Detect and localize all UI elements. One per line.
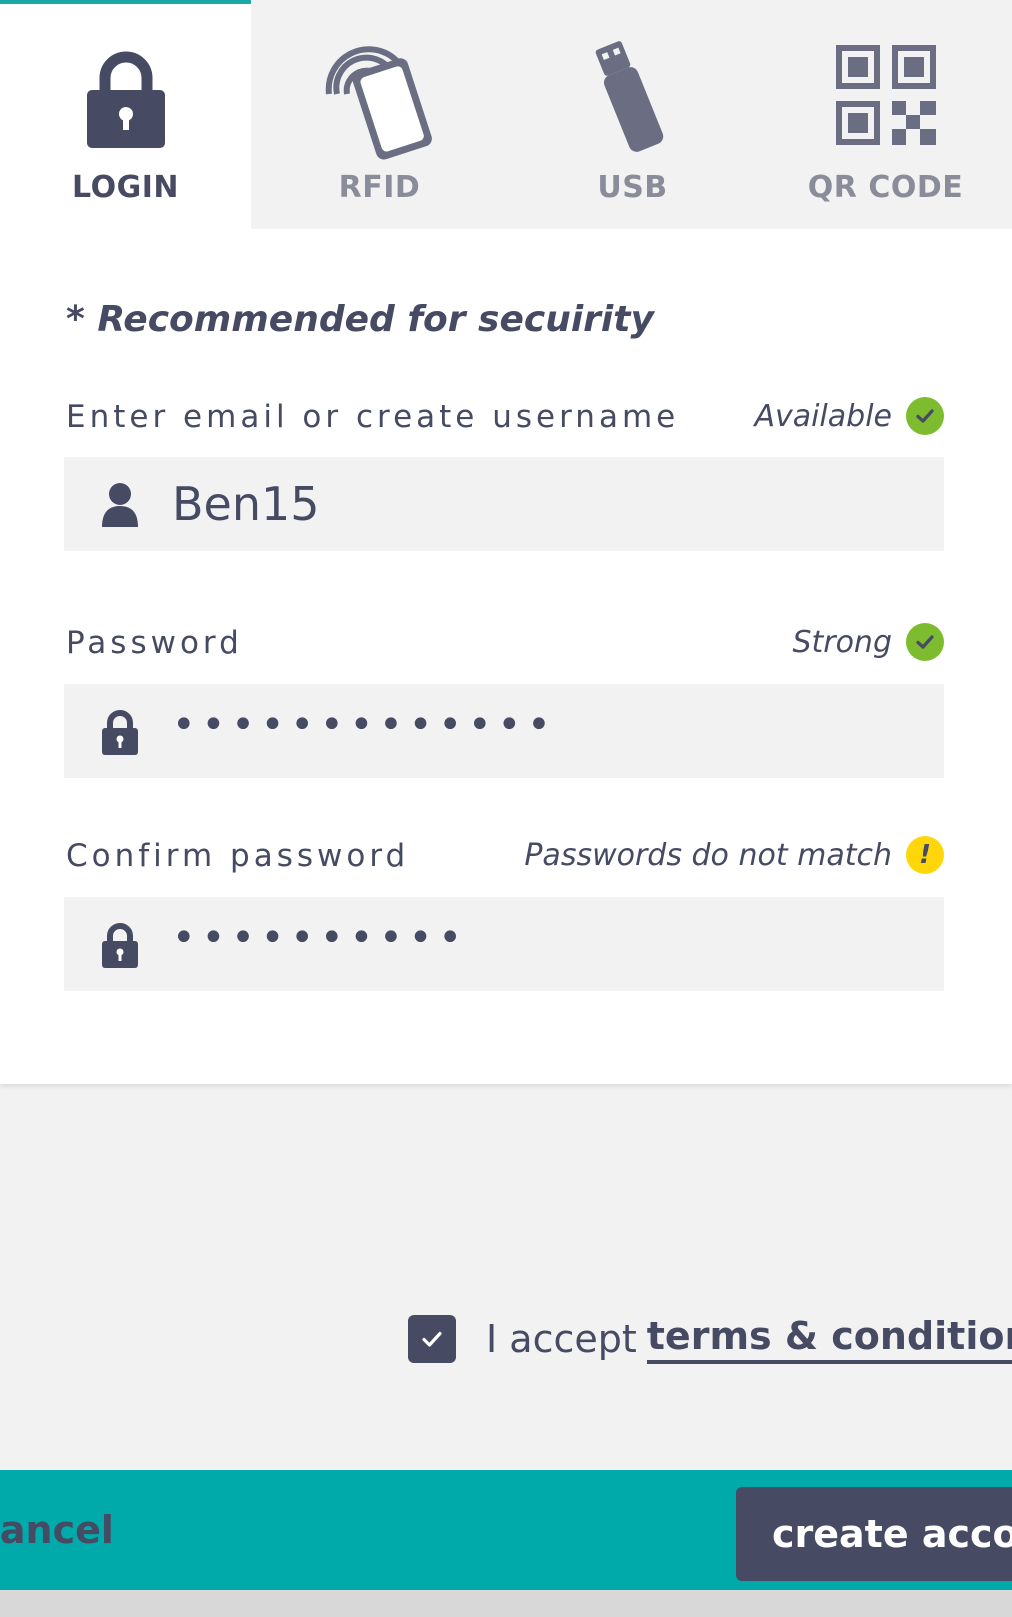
- check-circle-icon: [906, 623, 944, 661]
- username-label: Enter email or create username: [66, 399, 680, 435]
- check-circle-icon: [906, 397, 944, 435]
- tab-usb[interactable]: USB: [506, 0, 759, 229]
- confirm-password-status-text: Passwords do not match: [524, 837, 892, 873]
- login-form-card: * Recommended for secuirity Enter email …: [0, 229, 1012, 1084]
- tab-login[interactable]: LOGIN: [0, 0, 251, 229]
- tab-login-label: LOGIN: [72, 170, 179, 205]
- password-input[interactable]: •••••••••••••: [64, 684, 944, 778]
- create-account-button[interactable]: create account: [736, 1487, 1012, 1581]
- password-status-text: Strong: [792, 624, 892, 660]
- confirm-password-label: Confirm password: [66, 838, 410, 874]
- username-input[interactable]: Ben15: [64, 457, 944, 551]
- lock-icon: [98, 706, 142, 756]
- tab-qr-code[interactable]: QR CODE: [759, 0, 1012, 229]
- lock-icon: [61, 30, 191, 160]
- confirm-password-status: Passwords do not match !: [524, 836, 944, 874]
- username-value: Ben15: [172, 477, 320, 531]
- lock-icon: [98, 919, 142, 969]
- tab-rfid[interactable]: RFID: [253, 0, 506, 229]
- action-bar: Cancel create account: [0, 1470, 1012, 1590]
- terms-prefix: I accept: [486, 1317, 637, 1361]
- tab-rfid-label: RFID: [338, 170, 421, 205]
- warning-mark: !: [919, 840, 931, 870]
- password-value: •••••••••••••: [172, 702, 557, 748]
- checkmark-icon: [422, 1331, 442, 1347]
- terms-link[interactable]: terms & conditions: [646, 1314, 1012, 1364]
- tab-qr-code-label: QR CODE: [807, 170, 964, 205]
- footer-strip: [0, 1590, 1012, 1617]
- cancel-button[interactable]: Cancel: [0, 1470, 114, 1590]
- terms-acceptance: I accept terms & conditions: [408, 1314, 1012, 1364]
- security-recommendation: * Recommended for secuirity: [66, 299, 654, 340]
- usb-drive-icon: [568, 30, 698, 160]
- qr-code-icon: [821, 30, 951, 160]
- confirm-password-input[interactable]: ••••••••••: [64, 897, 944, 991]
- password-label: Password: [66, 625, 243, 661]
- username-status: Available: [754, 397, 944, 435]
- warning-icon: !: [906, 836, 944, 874]
- terms-checkbox[interactable]: [408, 1315, 456, 1363]
- rfid-card-icon: [315, 30, 445, 160]
- username-status-text: Available: [754, 398, 892, 434]
- confirm-password-value: ••••••••••: [172, 915, 468, 961]
- auth-method-tabs: LOGIN RFID USB QR CODE: [0, 0, 1012, 229]
- password-status: Strong: [792, 623, 944, 661]
- user-icon: [98, 479, 142, 529]
- tab-usb-label: USB: [597, 170, 668, 205]
